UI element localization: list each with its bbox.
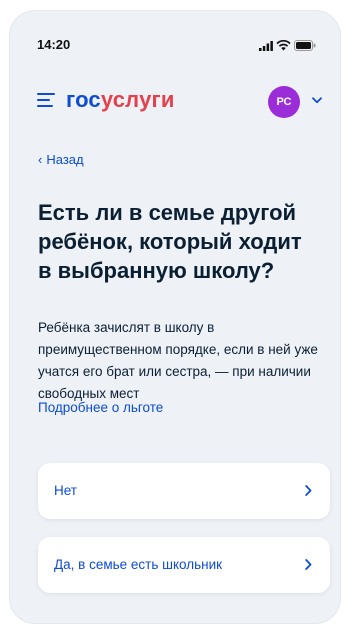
user-avatar[interactable]: РС — [268, 86, 300, 118]
chevron-right-icon — [305, 559, 312, 570]
phone-frame: 14:20 госуслуги РС ‹ Назад Есть ли в сем… — [9, 10, 341, 624]
logo-part-uslugi: услуги — [100, 87, 175, 112]
logo-part-gos: гос — [66, 87, 101, 112]
gosuslugi-logo[interactable]: госуслуги — [66, 87, 175, 113]
more-info-link[interactable]: Подробнее о льготе — [38, 400, 163, 415]
back-link[interactable]: ‹ Назад — [38, 152, 84, 167]
page-description: Ребёнка зачислят в школу в преимуществен… — [38, 320, 318, 401]
battery-icon — [294, 40, 316, 51]
option-no-label: Нет — [54, 483, 77, 498]
option-yes-schoolchild[interactable]: Да, в семье есть школьник — [38, 537, 330, 593]
back-label: Назад — [46, 152, 84, 167]
status-time: 14:20 — [37, 37, 71, 52]
page-title: Есть ли в семье другой ребёнок, который … — [38, 200, 302, 283]
app-header: госуслуги РС — [10, 73, 340, 131]
status-bar: 14:20 — [10, 11, 340, 63]
menu-icon[interactable] — [37, 93, 55, 107]
signal-icon — [259, 41, 273, 51]
chevron-right-icon — [305, 485, 312, 496]
chevron-down-icon[interactable] — [312, 97, 322, 104]
option-no[interactable]: Нет — [38, 463, 330, 519]
chevron-left-icon: ‹ — [38, 152, 43, 167]
wifi-icon — [276, 40, 291, 51]
option-yes-label: Да, в семье есть школьник — [54, 557, 223, 572]
